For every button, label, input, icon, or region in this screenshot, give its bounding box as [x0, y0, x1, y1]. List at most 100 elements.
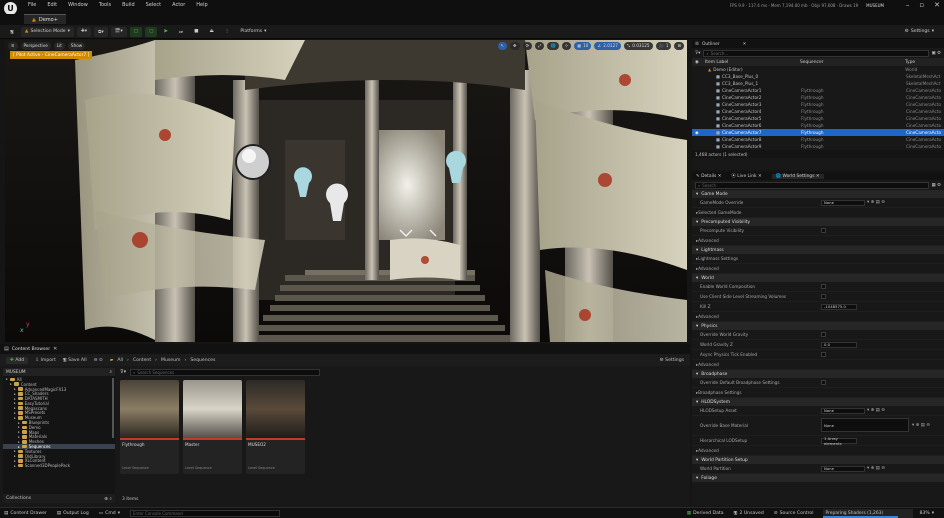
- content-browser-tab[interactable]: Content Browser: [12, 347, 50, 352]
- expand-arrow-icon[interactable]: ▸: [14, 401, 16, 405]
- cmd-button[interactable]: ▭ Cmd ▾: [99, 511, 120, 516]
- grid-snap-button[interactable]: ▦ 10: [574, 41, 592, 50]
- details-category[interactable]: ▾ Precomputed Visibility: [692, 218, 944, 226]
- details-category[interactable]: ▾ HLODSystem: [692, 398, 944, 406]
- filter-icon[interactable]: ⊽▾: [695, 51, 700, 56]
- outliner-row[interactable]: ■ CineCameraActor9 Flythrough CineCameraAct…: [692, 143, 944, 150]
- expand-arrow-icon[interactable]: ▸: [10, 382, 12, 386]
- import-button[interactable]: ⇩ Import: [35, 358, 56, 363]
- expand-arrow-icon[interactable]: ▸: [14, 464, 16, 468]
- menu-item-edit[interactable]: Edit: [47, 2, 57, 8]
- collections-header[interactable]: Collections ⊕ ⌕: [3, 494, 115, 503]
- property-checkbox[interactable]: [821, 228, 826, 233]
- console-input[interactable]: Enter Console Command: [130, 509, 281, 517]
- details-subgroup[interactable]: ▸ Advanced: [692, 312, 944, 322]
- perspective-button[interactable]: Perspective: [20, 41, 51, 50]
- outliner-settings-icon[interactable]: ▣ ⚙: [932, 51, 941, 56]
- blueprint-button[interactable]: ⧉▾: [94, 26, 108, 37]
- scale-snap-button[interactable]: ⤡ 0.03125: [623, 41, 653, 50]
- outliner-search-box[interactable]: ⌕ Search...: [703, 49, 929, 57]
- expand-arrow-icon[interactable]: ▸: [14, 411, 16, 415]
- close-tab-icon[interactable]: ✕: [53, 346, 57, 352]
- expand-arrow-icon[interactable]: ▸: [18, 425, 20, 429]
- camera-speed-button[interactable]: 🎥 1: [655, 41, 672, 50]
- outliner-row[interactable]: ■ CineCameraActor1 Flythrough CineCameraAct…: [692, 87, 944, 94]
- details-options-icon[interactable]: ▦ ⚙: [932, 183, 941, 188]
- shader-progress[interactable]: Preparing Shaders (1,263): [823, 508, 914, 518]
- tab-live-link[interactable]: ⦿ Live Link ✕: [731, 173, 761, 179]
- property-value[interactable]: None: [821, 199, 865, 206]
- stop-icon[interactable]: ■: [190, 27, 202, 37]
- asset-picker-icons[interactable]: ▾ ⊕ ▤ ⊖: [912, 423, 930, 428]
- property-value[interactable]: 1 Array elements: [821, 436, 857, 446]
- expand-arrow-icon[interactable]: ▸: [14, 449, 16, 453]
- asset-picker-icons[interactable]: ▾ ⊕ ▤ ⊖: [867, 466, 885, 471]
- save-button[interactable]: 🖫: [6, 27, 18, 37]
- expand-arrow-icon[interactable]: ▸: [18, 435, 20, 439]
- tree-scrollbar[interactable]: [112, 378, 114, 438]
- play-icon[interactable]: ▶: [160, 27, 172, 37]
- property-value[interactable]: None: [821, 418, 909, 432]
- tree-item[interactable]: ▸ Scanned3DPeoplePack: [3, 463, 115, 468]
- source-control-button[interactable]: ⊘ Source Control: [774, 511, 814, 516]
- cinematics-button[interactable]: 🎬▾: [110, 26, 127, 37]
- expand-arrow-icon[interactable]: ▸: [18, 445, 20, 449]
- menu-item-select[interactable]: Select: [146, 2, 161, 8]
- step-icon[interactable]: ⏭: [175, 27, 187, 37]
- menu-item-help[interactable]: Help: [196, 2, 207, 8]
- outliner-row[interactable]: ◉ ■ CineCameraActor7 Flythrough CineCameraAc…: [692, 129, 944, 136]
- viewport-menu-button[interactable]: ≡: [8, 41, 18, 50]
- expand-arrow-icon[interactable]: ▸: [14, 406, 16, 410]
- property-checkbox[interactable]: [821, 284, 826, 289]
- outliner-row[interactable]: ■ CC3_Base_Plus_0 SkeletalMeshAct: [692, 73, 944, 80]
- lit-button[interactable]: Lit: [53, 41, 65, 50]
- maximize-icon[interactable]: ▫: [919, 1, 924, 9]
- expand-arrow-icon[interactable]: ▸: [14, 387, 16, 391]
- expand-arrow-icon[interactable]: ▸: [14, 416, 16, 420]
- details-subgroup[interactable]: ▸ Advanced: [692, 446, 944, 456]
- details-category[interactable]: ▾ Broadphase: [692, 370, 944, 378]
- asset-picker-icons[interactable]: ▾ ⊕ ▤ ⊖: [867, 200, 885, 205]
- mode-toggle-a[interactable]: ▢: [129, 26, 143, 37]
- expand-arrow-icon[interactable]: ▸: [6, 377, 8, 381]
- details-subgroup[interactable]: ▸ Advanced: [692, 236, 944, 246]
- move-tool-icon[interactable]: ✥: [510, 41, 520, 50]
- outliner-row[interactable]: ■ CineCameraActor4 Flythrough CineCameraAct…: [692, 108, 944, 115]
- menu-item-actor[interactable]: Actor: [172, 2, 185, 8]
- unsaved-button[interactable]: 🖫 2 Unsaved: [734, 509, 764, 517]
- mode-toggle-b[interactable]: ▢: [145, 26, 158, 37]
- outliner-row[interactable]: ■ CineCameraActor2 Flythrough CineCameraAct…: [692, 94, 944, 101]
- tab-demo[interactable]: ▲ Demo+: [24, 14, 66, 24]
- property-value[interactable]: None: [821, 465, 865, 472]
- asset-tile[interactable]: Flythrough Level Sequence: [120, 380, 179, 474]
- asset-search-box[interactable]: ⌕ Search Sequences: [130, 368, 320, 376]
- surface-snap-icon[interactable]: ⊹: [561, 41, 572, 50]
- details-subgroup[interactable]: ▸ Broadphase Settings: [692, 388, 944, 398]
- derived-data-button[interactable]: ▦ Derived Data: [687, 511, 724, 516]
- history-back-icon[interactable]: ⊖ ⊙: [94, 358, 103, 363]
- pilot-active-badge[interactable]: [ Pilot Active - CineCameraActor7 ]: [10, 51, 93, 59]
- property-checkbox[interactable]: [821, 294, 826, 299]
- menu-item-window[interactable]: Window: [68, 2, 88, 8]
- scale-tool-icon[interactable]: ⤢: [535, 41, 545, 50]
- filter-icon[interactable]: ⊽▾: [120, 369, 126, 375]
- visibility-column-icon[interactable]: ◉: [695, 60, 705, 65]
- close-tab-icon[interactable]: ✕: [743, 42, 747, 47]
- details-category[interactable]: ▾ Game Mode: [692, 190, 944, 198]
- rotation-snap-button[interactable]: ∠ 2.0127: [594, 41, 621, 50]
- details-category[interactable]: ▾ Foliage: [692, 474, 944, 482]
- eject-icon[interactable]: ⏏: [205, 27, 217, 37]
- details-subgroup[interactable]: ▸ Advanced: [692, 264, 944, 274]
- visibility-eye-icon[interactable]: ◉: [692, 130, 702, 135]
- breadcrumb-item[interactable]: Sequences: [190, 358, 215, 363]
- content-drawer-button[interactable]: ▤ Content Drawer: [4, 511, 47, 516]
- col-sequencer[interactable]: Sequencer: [800, 60, 905, 65]
- add-content-button[interactable]: ✚▾: [76, 26, 92, 37]
- details-subgroup[interactable]: ▸ Lightmass Settings: [692, 254, 944, 264]
- close-icon[interactable]: ✕: [934, 1, 940, 9]
- world-space-icon[interactable]: 🌐: [547, 41, 559, 50]
- platforms-button[interactable]: Platforms ▾: [236, 27, 270, 37]
- rotate-tool-icon[interactable]: ⟳: [522, 41, 533, 50]
- expand-arrow-icon[interactable]: ▸: [18, 421, 20, 425]
- search-icon[interactable]: ⌕: [110, 369, 112, 375]
